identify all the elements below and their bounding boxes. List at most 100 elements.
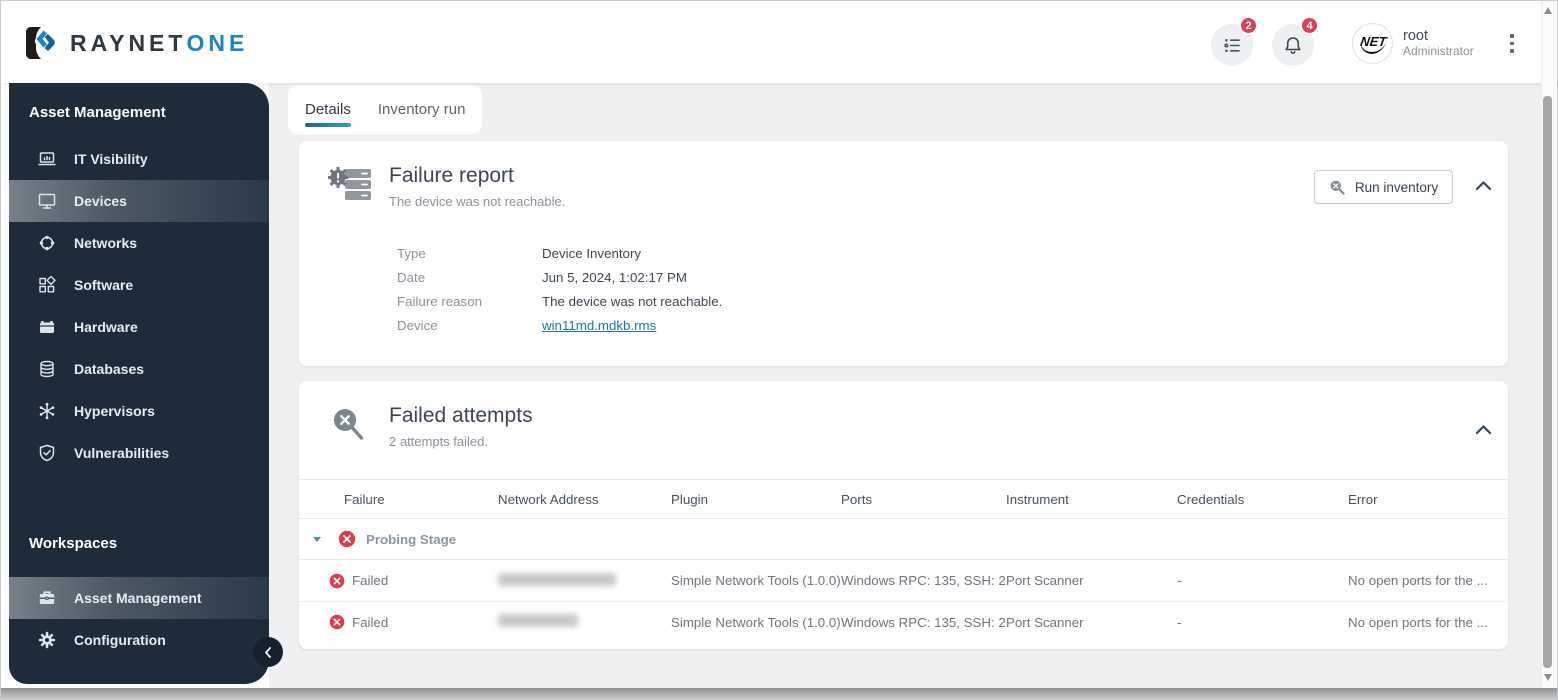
credentials-cell: - xyxy=(1177,573,1182,588)
collapse-failure-report-button[interactable] xyxy=(1471,175,1495,195)
credentials-cell: - xyxy=(1177,614,1182,630)
sidebar: Asset Management IT Visibility Devices Netw… xyxy=(9,83,269,684)
notifications-button[interactable]: 4 xyxy=(1272,16,1319,66)
failed-attempts-table: Failure Network Address Plugin Ports Instrum… xyxy=(299,479,1508,642)
user-info[interactable]: root Administrator xyxy=(1403,28,1474,58)
sidebar-item-label: Hardware xyxy=(74,319,138,335)
sidebar-item-hardware[interactable]: Hardware xyxy=(9,306,269,348)
field-label: Type xyxy=(397,245,426,261)
field-label: Failure reason xyxy=(397,293,482,309)
error-cell: No open ports for the ... xyxy=(1348,573,1488,588)
notification-count-badge: 4 xyxy=(1300,16,1319,35)
scrollbar-down-arrow[interactable] xyxy=(1544,674,1552,681)
chevron-left-icon xyxy=(263,646,273,659)
field-label: Device xyxy=(397,317,438,333)
app-window: RAYNETONE 2 4 NET root Administrator Ass… xyxy=(0,0,1558,700)
hardware-box-icon xyxy=(37,317,57,337)
sidebar-item-it-visibility[interactable]: IT Visibility xyxy=(9,138,269,180)
monitor-icon xyxy=(37,191,57,211)
instrument-cell: Port Scanner xyxy=(1006,573,1084,588)
tab-details[interactable]: Details xyxy=(305,85,351,134)
failed-circle-icon xyxy=(338,530,356,548)
table-header-row: Failure Network Address Plugin Ports Instrum… xyxy=(299,479,1508,519)
table-row[interactable]: Failed Simple Network Tools (1.0.0) Window… xyxy=(299,560,1508,601)
scrollbar-thumb[interactable] xyxy=(1543,96,1552,668)
column-header-network-address[interactable]: Network Address xyxy=(498,492,671,507)
failure-report-card: Failure report The device was not reacha… xyxy=(299,141,1508,366)
field-value: The device was not reachable. xyxy=(542,293,723,309)
run-inventory-button[interactable]: Run inventory xyxy=(1314,170,1453,204)
failure-status: Failed xyxy=(352,573,389,588)
field-row-type: Type Device Inventory xyxy=(397,241,722,265)
column-header-failure[interactable]: Failure xyxy=(299,492,498,507)
header-menu-button[interactable] xyxy=(1504,32,1520,55)
sidebar-item-hypervisors[interactable]: Hypervisors xyxy=(9,390,269,432)
sidebar-collapse-button[interactable] xyxy=(253,637,283,667)
field-row-failure-reason: Failure reason The device was not reachab… xyxy=(397,289,722,313)
sidebar-item-label: Devices xyxy=(74,193,127,209)
network-address-cell xyxy=(498,572,671,589)
failed-attempts-card: Failed attempts 2 attempts failed. Failu… xyxy=(299,381,1508,649)
user-avatar[interactable]: NET xyxy=(1352,23,1393,64)
sidebar-item-asset-management[interactable]: Asset Management xyxy=(9,577,269,619)
field-value: Jun 5, 2024, 1:02:17 PM xyxy=(542,269,687,285)
failure-report-title: Failure report xyxy=(389,164,514,187)
failure-report-subtitle: The device was not reachable. xyxy=(389,194,566,209)
sidebar-item-label: Databases xyxy=(74,361,145,377)
failure-status: Failed xyxy=(352,614,389,630)
ports-cell: Windows RPC: 135, SSH: 22 xyxy=(841,614,1006,630)
section-title-workspaces: Workspaces xyxy=(29,535,118,552)
network-icon xyxy=(37,233,57,253)
tab-inventory-run[interactable]: Inventory run xyxy=(378,85,466,134)
top-header: RAYNETONE 2 4 NET root Administrator xyxy=(1,1,1557,83)
detail-tabs: Details Inventory run xyxy=(288,85,483,134)
failure-cell: Failed xyxy=(299,573,498,589)
user-role: Administrator xyxy=(1403,43,1474,58)
redacted-network-address xyxy=(498,572,616,586)
sidebar-item-networks[interactable]: Networks xyxy=(9,222,269,264)
column-header-error[interactable]: Error xyxy=(1348,492,1508,507)
sidebar-item-label: Vulnerabilities xyxy=(74,445,170,461)
scrollbar-up-arrow[interactable] xyxy=(1544,7,1552,14)
field-label: Date xyxy=(397,269,426,285)
failure-report-fields: Type Device Inventory Date Jun 5, 2024, 1:0… xyxy=(397,241,722,337)
ports-cell: Windows RPC: 135, SSH: 22 xyxy=(841,573,1006,588)
sidebar-item-label: Software xyxy=(74,277,134,293)
collapse-failed-attempts-button[interactable] xyxy=(1471,419,1495,439)
failed-attempts-subtitle: 2 attempts failed. xyxy=(389,434,488,449)
column-header-credentials[interactable]: Credentials xyxy=(1177,492,1348,507)
raynet-logo-icon xyxy=(23,25,59,61)
sidebar-item-configuration[interactable]: Configuration xyxy=(9,619,269,661)
sidebar-item-vulnerabilities[interactable]: Vulnerabilities xyxy=(9,432,269,474)
section-title-asset-management: Asset Management xyxy=(29,104,166,121)
window-bottom-edge xyxy=(1,688,1557,699)
field-row-device: Device win11md.mdkb.rms xyxy=(397,313,722,337)
sidebar-item-software[interactable]: Software xyxy=(9,264,269,306)
sidebar-item-devices[interactable]: Devices xyxy=(9,180,269,222)
plugin-cell: Simple Network Tools (1.0.0) xyxy=(671,614,841,630)
probing-stage-group-row[interactable]: Probing Stage xyxy=(299,519,1508,560)
chevron-up-icon xyxy=(1475,424,1491,434)
column-header-plugin[interactable]: Plugin xyxy=(671,492,841,507)
column-header-instrument[interactable]: Instrument xyxy=(1006,492,1177,507)
briefcase-icon xyxy=(37,588,57,608)
instrument-cell: Port Scanner xyxy=(1006,614,1084,630)
failed-circle-icon xyxy=(329,573,345,589)
caret-down-icon[interactable] xyxy=(313,536,321,542)
task-count-badge: 2 xyxy=(1239,16,1258,35)
task-list-button[interactable]: 2 xyxy=(1211,16,1258,66)
sidebar-item-label: Asset Management xyxy=(74,590,202,606)
sidebar-item-databases[interactable]: Databases xyxy=(9,348,269,390)
column-header-ports[interactable]: Ports xyxy=(841,492,1006,507)
laptop-chart-icon xyxy=(37,149,57,169)
hypervisor-icon xyxy=(37,401,57,421)
chevron-up-icon xyxy=(1475,180,1491,190)
failed-circle-icon xyxy=(329,614,345,630)
task-list-icon xyxy=(1223,36,1242,55)
search-failed-icon xyxy=(331,407,373,456)
device-link[interactable]: win11md.mdkb.rms xyxy=(542,318,656,333)
brand-logo[interactable]: RAYNETONE xyxy=(23,25,248,61)
inventory-search-icon xyxy=(1329,179,1346,196)
table-row[interactable]: Failed Simple Network Tools (1.0.0) Window… xyxy=(299,601,1508,642)
shield-check-icon xyxy=(37,443,57,463)
